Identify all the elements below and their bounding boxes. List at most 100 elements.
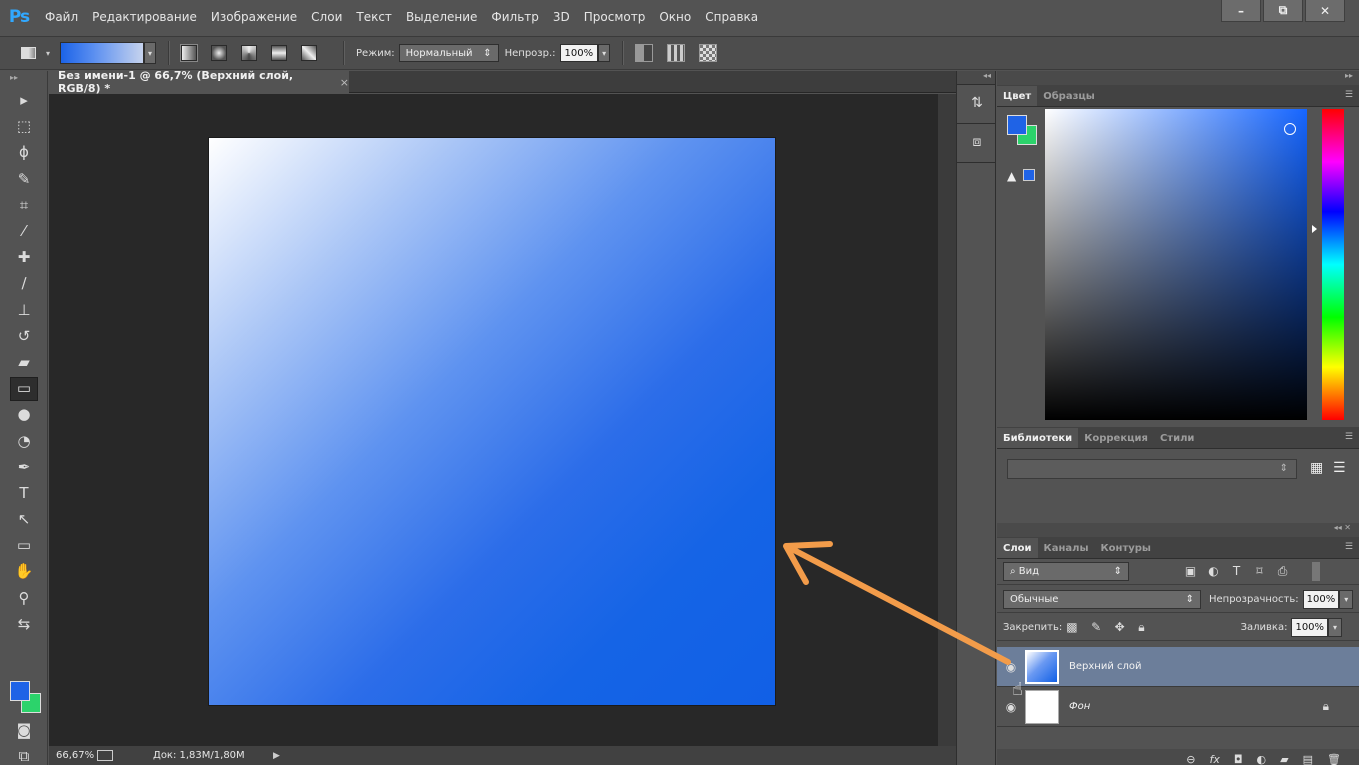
radial-gradient-button[interactable] (211, 45, 228, 61)
layer-style-icon[interactable]: fx (1209, 753, 1219, 765)
tab-libraries[interactable]: Библиотеки (997, 428, 1079, 448)
layer-row-background[interactable]: ◉ Фон 🔒︎ (997, 687, 1359, 727)
color-picker-ring[interactable] (1284, 123, 1296, 135)
menu-layer[interactable]: Слои (304, 0, 349, 34)
menu-help[interactable]: Справка (698, 0, 765, 34)
path-select-tool-button[interactable]: ↖ (0, 506, 48, 532)
grid-view-icon[interactable]: ▦ (1310, 459, 1328, 477)
reverse-checkbox[interactable] (635, 44, 654, 62)
blur-tool-button[interactable]: ● (0, 401, 48, 427)
panel-menu-icon[interactable]: ☰ (1345, 432, 1353, 442)
fill-dropdown[interactable]: ▾ (1328, 618, 1343, 637)
tab-styles[interactable]: Стили (1154, 428, 1200, 448)
lock-transparent-icon[interactable]: ▩ (1066, 620, 1077, 634)
gradient-editor-swatch[interactable] (60, 42, 145, 64)
library-select[interactable]: ⇕ (1007, 459, 1297, 479)
gradient-picker-dropdown[interactable]: ▾ (144, 42, 157, 64)
list-view-icon[interactable]: ☰ (1333, 459, 1351, 477)
menu-3d[interactable]: 3D (546, 0, 577, 34)
diamond-gradient-button[interactable] (301, 45, 318, 61)
smart-object-filter-icon[interactable]: ⎙ (1271, 564, 1294, 579)
lock-position-icon[interactable]: ✥ (1115, 620, 1125, 634)
type-layer-filter-icon[interactable]: T (1225, 564, 1248, 579)
expand-panels-icon[interactable]: ▸▸ (997, 71, 1359, 85)
document-canvas[interactable] (209, 138, 775, 705)
pixel-layer-filter-icon[interactable]: ▣ (1179, 564, 1202, 579)
panel-menu-icon[interactable]: ☰ (1345, 90, 1353, 100)
chevron-down-icon[interactable]: ▾ (46, 49, 50, 58)
fill-input[interactable]: 100% (1291, 618, 1329, 637)
reflected-gradient-button[interactable] (271, 45, 288, 61)
mode-select[interactable]: Нормальный ⇕ (398, 44, 499, 62)
history-brush-tool-button[interactable]: ↺ (0, 323, 48, 349)
tab-paths[interactable]: Контуры (1095, 538, 1157, 558)
properties-panel-icon[interactable]: ⧈ (957, 130, 997, 154)
collapse-toolbar-icon[interactable]: ▸▸ (0, 71, 47, 87)
gamut-color-swatch[interactable] (1023, 169, 1035, 181)
layer-row-top[interactable]: ◉ Верхний слой (997, 647, 1359, 687)
restore-button[interactable]: ⧉ (1263, 0, 1303, 22)
layer-opacity-input[interactable]: 100% (1302, 590, 1340, 609)
new-group-icon[interactable]: ▰ (1280, 753, 1288, 765)
export-icon[interactable] (97, 750, 113, 761)
gamut-warning-icon[interactable]: ▲ (1007, 169, 1016, 183)
eyedropper-tool-button[interactable]: ⁄ (0, 218, 48, 244)
menu-image[interactable]: Изображение (204, 0, 304, 34)
crop-tool-button[interactable]: ⌗ (0, 192, 48, 218)
eraser-tool-button[interactable]: ▰ (0, 349, 48, 375)
tab-layers[interactable]: Слои (997, 538, 1038, 558)
collapse-dock-icon[interactable]: ◂◂ (957, 71, 995, 85)
quick-mask-button[interactable]: ◙ (0, 717, 48, 743)
layer-opacity-dropdown[interactable]: ▾ (1339, 590, 1354, 609)
tab-color[interactable]: Цвет (997, 86, 1038, 106)
delete-layer-icon[interactable]: 🗑︎ (1327, 753, 1341, 765)
status-menu-arrow-icon[interactable]: ▶ (273, 751, 280, 761)
zoom-tool-button[interactable]: ⚲ (0, 585, 48, 611)
healing-brush-tool-button[interactable]: ✚ (0, 244, 48, 270)
dither-checkbox[interactable] (667, 44, 686, 62)
menu-file[interactable]: Файл (38, 0, 85, 34)
panel-menu-icon[interactable]: ☰ (1345, 542, 1353, 552)
foreground-color-swatch[interactable] (10, 681, 30, 701)
move-tool-button[interactable]: ▸ (0, 87, 48, 113)
tab-swatches[interactable]: Образцы (1037, 86, 1101, 106)
rectangle-tool-button[interactable]: ▭ (0, 532, 48, 558)
close-tab-icon[interactable]: × (340, 76, 349, 89)
close-button[interactable]: ✕ (1305, 0, 1345, 22)
marquee-tool-button[interactable]: ⬚ (0, 113, 48, 139)
hand-tool-button[interactable]: ✋ (0, 558, 48, 584)
lasso-tool-button[interactable]: ϕ (0, 139, 48, 165)
menu-type[interactable]: Текст (349, 0, 399, 34)
swap-colors-button[interactable]: ⇆ (0, 611, 48, 637)
new-layer-icon[interactable]: ▤ (1303, 753, 1313, 765)
link-layers-icon[interactable]: ⊖ (1186, 753, 1195, 765)
clone-stamp-tool-button[interactable]: ⊥ (0, 297, 48, 323)
document-tab[interactable]: Без имени-1 @ 66,7% (Верхний слой, RGB/8… (49, 69, 349, 95)
adjustment-layer-filter-icon[interactable]: ◐ (1202, 564, 1225, 579)
hue-slider[interactable] (1322, 109, 1344, 420)
dodge-tool-button[interactable]: ◔ (0, 427, 48, 453)
menu-window[interactable]: Окно (652, 0, 698, 34)
gradient-tool-button[interactable]: ▭ (0, 375, 48, 402)
type-tool-button[interactable]: T (0, 480, 48, 506)
add-mask-icon[interactable]: ◘ (1234, 753, 1243, 765)
angle-gradient-button[interactable] (241, 45, 258, 61)
photoshop-logo[interactable]: Ps (0, 0, 38, 34)
visibility-eye-icon[interactable]: ◉ (997, 700, 1025, 714)
quick-select-tool-button[interactable]: ✎ (0, 166, 48, 192)
tab-channels[interactable]: Каналы (1038, 538, 1095, 558)
hue-slider-pointer[interactable] (1312, 225, 1317, 233)
opacity-input[interactable]: 100% (559, 44, 599, 62)
filter-toggle[interactable] (1312, 562, 1320, 581)
menu-view[interactable]: Просмотр (577, 0, 653, 34)
menu-edit[interactable]: Редактирование (85, 0, 204, 34)
lock-pixels-icon[interactable]: ✎ (1091, 620, 1101, 634)
tab-adjustments[interactable]: Коррекция (1078, 428, 1154, 448)
tool-preset-picker[interactable] (10, 42, 46, 64)
menu-filter[interactable]: Фильтр (484, 0, 545, 34)
layers-panel-collapse-icon[interactable]: ◂◂ ✕ (997, 523, 1359, 537)
shape-layer-filter-icon[interactable]: ⌑ (1248, 564, 1271, 579)
menu-select[interactable]: Выделение (399, 0, 484, 34)
adjustment-layer-icon[interactable]: ◐ (1257, 753, 1267, 765)
visibility-eye-icon[interactable]: ◉ (997, 660, 1025, 674)
